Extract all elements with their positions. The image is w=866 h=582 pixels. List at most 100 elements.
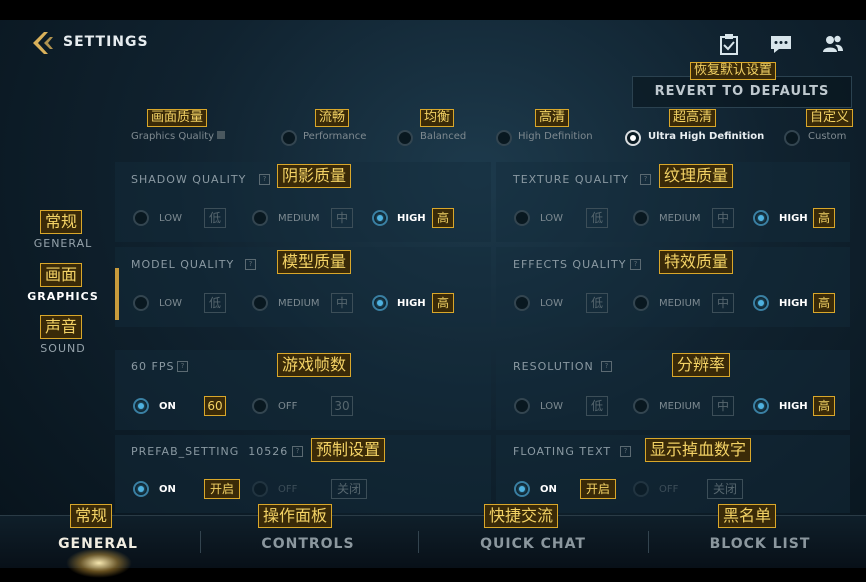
revert-to-defaults-button[interactable]: REVERT TO DEFAULTS [632,76,852,108]
friends-icon[interactable] [822,33,844,55]
fps-on-radio[interactable] [133,398,149,414]
preset-ultra-label: Ultra High Definition [648,131,765,142]
model-low-radio[interactable] [133,295,149,311]
fps-on-tag: 60 [204,396,226,416]
texture-medium-label: MEDIUM [659,213,701,224]
preset-custom-label: Custom [808,131,847,142]
model-medium-radio[interactable] [252,295,268,311]
fps-off-label: OFF [278,401,298,412]
effects-medium-radio[interactable] [633,295,649,311]
preset-ultra-radio[interactable] [625,130,641,146]
tab-general[interactable]: GENERAL [18,536,178,552]
floating-off-radio[interactable] [633,481,649,497]
model-medium-label: MEDIUM [278,298,320,309]
nav-general-tag: 常规 [40,210,83,234]
prefab-off-radio[interactable] [252,481,268,497]
effects-high-radio[interactable] [753,295,769,311]
shadow-low-label: LOW [159,213,182,224]
tab-controls[interactable]: CONTROLS [228,536,388,552]
floating-on-tag: 开启 [580,479,616,499]
nav-sound-tag: 声音 [40,315,83,339]
preset-custom-radio[interactable] [784,130,800,146]
resolution-medium-label: MEDIUM [659,401,701,412]
fps-on-label: ON [159,401,176,412]
help-icon[interactable]: ? [177,361,188,372]
prefab-on-tag: 开启 [204,479,240,499]
graphics-quality-label: Graphics Quality [131,131,226,142]
back-arrow-icon[interactable] [30,30,56,56]
preset-performance-tag: 流畅 [315,109,350,127]
fps-title: 60 FPS [131,360,175,373]
help-icon[interactable]: ? [620,446,631,457]
texture-quality-tag: 纹理质量 [659,164,734,188]
prefab-title: PREFAB_SETTING 10526 [131,445,289,458]
help-icon[interactable]: ? [640,174,651,185]
help-icon[interactable]: ? [601,361,612,372]
tab-controls-tag: 操作面板 [258,504,333,528]
resolution-low-label: LOW [540,401,563,412]
texture-quality-title: TEXTURE QUALITY [513,173,629,186]
model-high-label: HIGH [397,298,426,309]
chat-icon[interactable] [770,33,792,55]
texture-low-radio[interactable] [514,210,530,226]
shadow-high-radio[interactable] [372,210,388,226]
preset-performance-radio[interactable] [281,130,297,146]
help-icon[interactable]: ? [259,174,270,185]
floating-on-radio[interactable] [514,481,530,497]
shadow-medium-tag: 中 [331,208,353,228]
preset-balanced-radio[interactable] [397,130,413,146]
preset-balanced-label: Balanced [420,131,467,142]
floating-on-label: ON [540,484,557,495]
resolution-high-radio[interactable] [753,398,769,414]
help-icon[interactable]: ? [630,259,641,270]
preset-balanced-tag: 均衡 [420,109,455,127]
tab-quick-chat-tag: 快捷交流 [484,504,559,528]
model-high-tag: 高 [432,293,454,313]
resolution-medium-tag: 中 [712,396,734,416]
tab-selected-glow [66,548,132,578]
tab-divider [648,531,649,553]
clipboard-check-icon[interactable] [718,33,740,55]
shadow-low-radio[interactable] [133,210,149,226]
resolution-medium-radio[interactable] [633,398,649,414]
tab-block-list[interactable]: BLOCK LIST [680,536,840,552]
texture-medium-tag: 中 [712,208,734,228]
preset-high-definition-radio[interactable] [496,130,512,146]
effects-high-tag: 高 [813,293,835,313]
model-medium-tag: 中 [331,293,353,313]
model-low-label: LOW [159,298,182,309]
texture-high-radio[interactable] [753,210,769,226]
revert-tag: 恢复默认设置 [690,62,777,80]
prefab-off-tag: 关闭 [331,479,367,499]
effects-medium-tag: 中 [712,293,734,313]
shadow-quality-tag: 阴影质量 [277,164,352,188]
tab-quick-chat[interactable]: QUICK CHAT [453,536,613,552]
effects-medium-label: MEDIUM [659,298,701,309]
effects-low-radio[interactable] [514,295,530,311]
nav-graphics[interactable]: GRAPHICS [13,290,113,303]
nav-graphics-tag: 画面 [40,263,83,287]
nav-general[interactable]: GENERAL [13,237,113,250]
prefab-on-radio[interactable] [133,481,149,497]
shadow-low-tag: 低 [204,208,226,228]
model-low-tag: 低 [204,293,226,313]
tab-block-list-tag: 黑名单 [718,504,777,528]
settings-screen: SETTINGS REVERT TO DEFAULTS 恢复默认设置 画面质量 … [0,0,866,582]
shadow-high-label: HIGH [397,213,426,224]
page-title: SETTINGS [63,34,149,50]
shadow-quality-title: SHADOW QUALITY [131,173,247,186]
prefab-off-label: OFF [278,484,298,495]
fps-off-radio[interactable] [252,398,268,414]
shadow-medium-label: MEDIUM [278,213,320,224]
model-high-radio[interactable] [372,295,388,311]
texture-medium-radio[interactable] [633,210,649,226]
revert-label: REVERT TO DEFAULTS [654,84,830,99]
effects-low-label: LOW [540,298,563,309]
nav-sound[interactable]: SOUND [13,342,113,355]
help-icon[interactable]: ? [245,259,256,270]
help-icon[interactable]: ? [292,446,303,457]
shadow-medium-radio[interactable] [252,210,268,226]
floating-off-tag: 关闭 [707,479,743,499]
resolution-low-radio[interactable] [514,398,530,414]
preset-high-definition-label: High Definition [518,131,593,142]
